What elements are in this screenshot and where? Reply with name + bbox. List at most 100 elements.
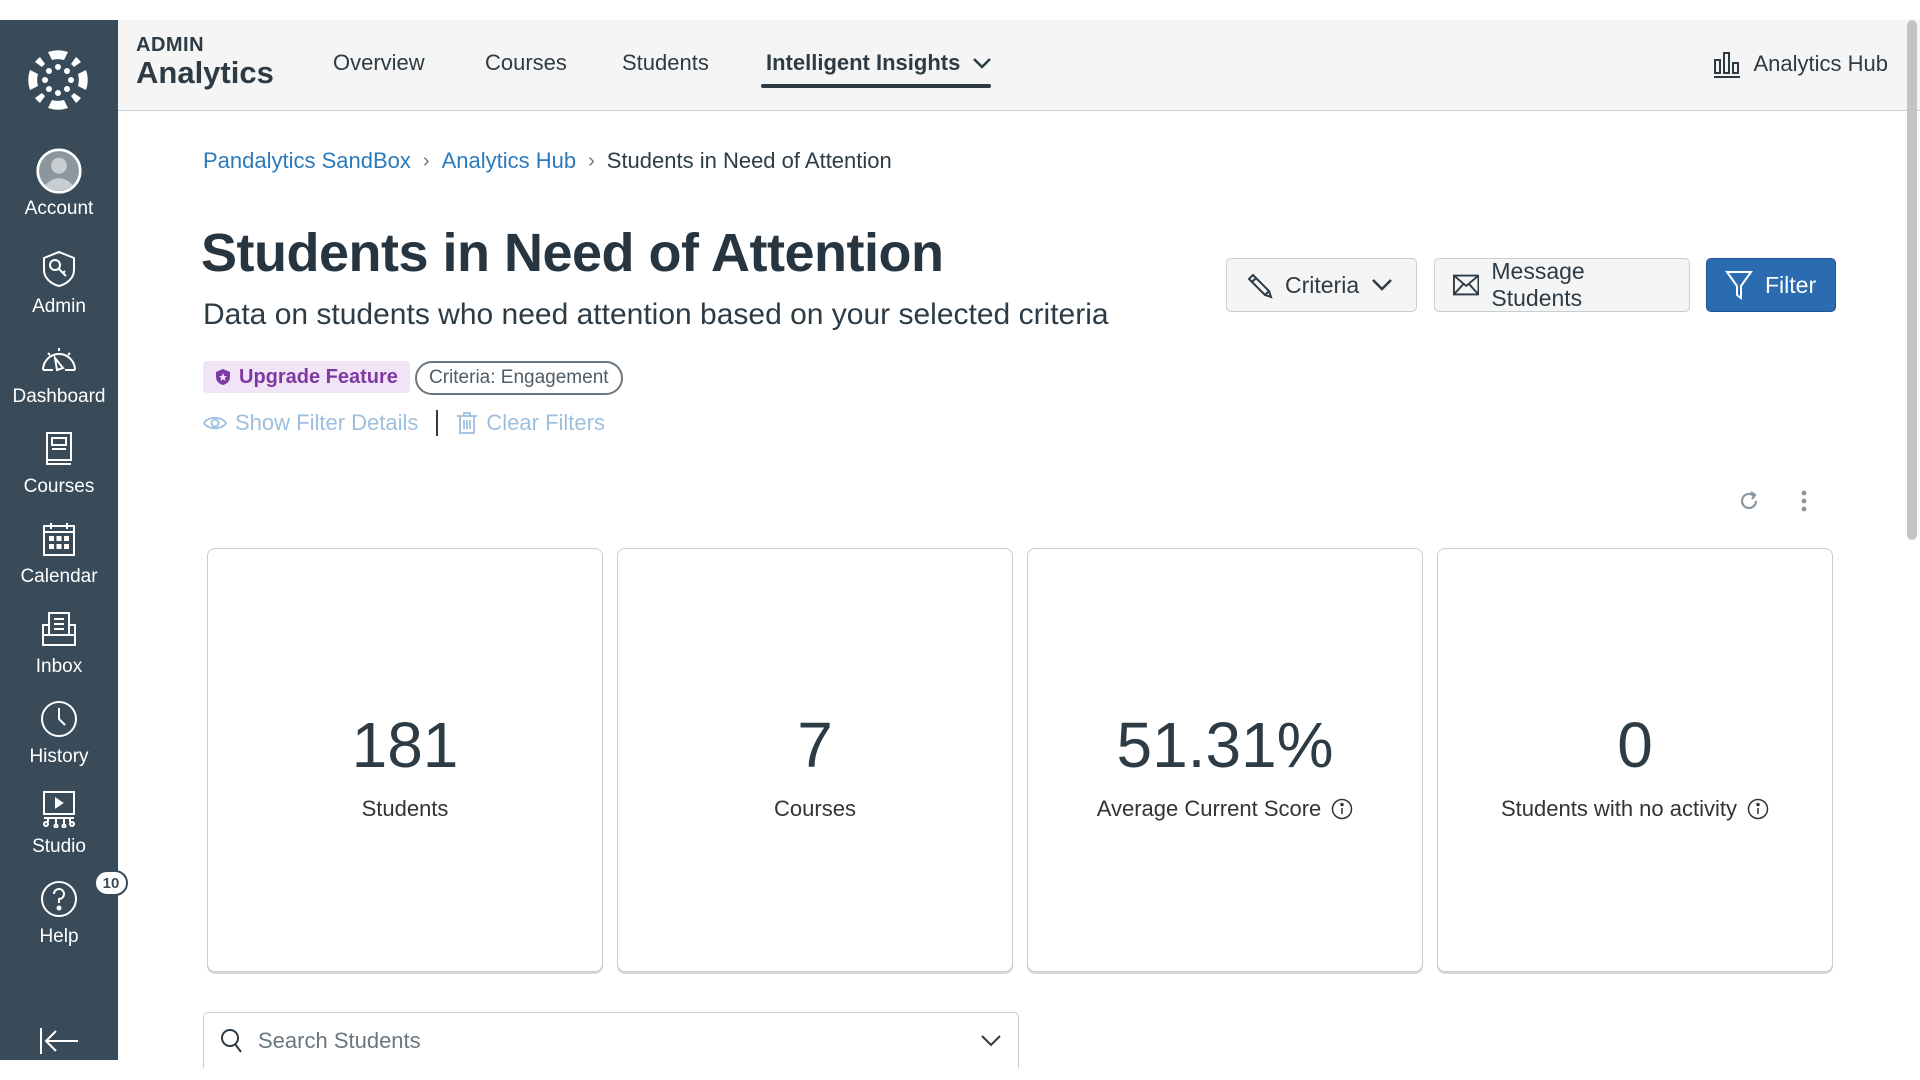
divider — [436, 410, 439, 436]
stat-card-courses: 7 Courses — [617, 548, 1013, 972]
chevron-right-icon: › — [422, 149, 430, 172]
tab-overview[interactable]: Overview — [333, 50, 425, 76]
message-students-label: Message Students — [1491, 258, 1585, 311]
stat-card-average-score: 51.31% Average Current Score — [1027, 548, 1423, 972]
avatar-icon — [36, 148, 82, 194]
refresh-icon — [1740, 491, 1758, 510]
calendar-icon — [36, 516, 82, 562]
search-students-combobox[interactable] — [203, 1012, 1019, 1068]
filter-funnel-icon — [1725, 271, 1753, 300]
info-icon[interactable] — [1331, 798, 1353, 820]
stat-label-text: Courses — [774, 796, 856, 821]
message-students-button[interactable]: Message Students — [1434, 258, 1690, 312]
upgrade-shield-icon — [216, 369, 230, 385]
stat-value: 181 — [351, 709, 459, 781]
collapse-sidebar-button[interactable] — [38, 1025, 80, 1057]
global-sidebar: Account Admin Dashboard Courses Calendar… — [0, 20, 128, 1060]
stat-value: 0 — [1617, 709, 1653, 781]
page-title: Students in Need of Attention — [201, 223, 944, 283]
stat-label: Courses — [774, 796, 856, 822]
stat-value: 7 — [797, 709, 833, 781]
filter-label: Filter — [1765, 271, 1817, 298]
filter-button[interactable]: Filter — [1706, 258, 1836, 312]
chevron-down-icon — [1372, 279, 1393, 291]
canvas-logo-icon[interactable] — [26, 48, 90, 112]
sidebar-item-inbox[interactable]: Inbox — [0, 606, 118, 678]
search-icon — [221, 1028, 242, 1053]
sidebar-item-calendar[interactable]: Calendar — [0, 516, 118, 588]
notification-badge: 10 — [94, 870, 128, 896]
clear-filters-link[interactable]: Clear Filters — [456, 410, 605, 436]
stat-label-text: Students with no activity — [1500, 796, 1737, 821]
kebab-menu-icon — [1801, 490, 1807, 512]
filter-actions: Show Filter Details Clear Filters — [203, 410, 605, 436]
eye-icon — [203, 416, 227, 430]
book-icon — [36, 426, 82, 472]
breadcrumb-link[interactable]: Pandalytics SandBox — [203, 148, 411, 174]
sidebar-item-courses[interactable]: Courses — [0, 426, 118, 498]
chevron-down-icon — [973, 58, 992, 69]
top-header: ADMIN Analytics Overview Courses Student… — [118, 20, 1920, 111]
sidebar-item-label: History — [29, 746, 89, 767]
show-filter-details-label: Show Filter Details — [235, 410, 419, 435]
stat-card-no-activity: 0 Students with no activity — [1437, 548, 1833, 972]
tab-students[interactable]: Students — [622, 50, 709, 76]
active-tab-indicator — [761, 84, 991, 88]
upgrade-feature-label: Upgrade Feature — [239, 365, 398, 388]
studio-icon — [36, 786, 82, 832]
stat-label: Average Current Score — [1097, 796, 1354, 822]
clock-icon — [36, 696, 82, 742]
stat-card-students: 181 Students — [207, 548, 603, 972]
criteria-dropdown-button[interactable]: Criteria — [1226, 258, 1417, 312]
chevron-down-icon[interactable] — [980, 1034, 1002, 1048]
sidebar-item-studio[interactable]: Studio — [0, 786, 118, 858]
stat-label-text: Students — [361, 796, 449, 821]
collapse-arrow-icon — [40, 1028, 78, 1054]
info-icon[interactable] — [1747, 798, 1769, 820]
analytics-hub-link[interactable]: Analytics Hub — [1713, 50, 1888, 78]
stat-label-text: Average Current Score — [1096, 796, 1322, 821]
sidebar-item-dashboard[interactable]: Dashboard — [0, 336, 118, 408]
refresh-button[interactable] — [1735, 487, 1763, 515]
sidebar-item-help[interactable]: 10 Help — [0, 870, 128, 948]
tab-label: Intelligent Insights — [766, 50, 961, 75]
show-filter-details-link[interactable]: Show Filter Details — [203, 410, 418, 436]
sidebar-item-label: Studio — [32, 836, 86, 857]
page-scrollbar[interactable] — [1907, 20, 1917, 540]
inbox-icon — [36, 606, 82, 652]
tab-courses[interactable]: Courses — [485, 50, 567, 76]
stat-value: 51.31% — [1116, 709, 1334, 781]
dashboard-gauge-icon — [36, 336, 82, 382]
chevron-right-icon: › — [588, 149, 595, 172]
criteria-pill: Criteria: Engagement — [415, 361, 623, 395]
brand-main: Analytics — [136, 55, 274, 90]
breadcrumb: Pandalytics SandBox › Analytics Hub › St… — [203, 148, 892, 174]
sidebar-item-label: Calendar — [20, 566, 98, 587]
sidebar-item-label: Dashboard — [12, 386, 106, 407]
breadcrumb-current: Students in Need of Attention — [606, 148, 892, 173]
sidebar-item-label: Courses — [23, 476, 95, 497]
trash-icon — [457, 412, 478, 434]
app-brand: ADMIN Analytics — [136, 34, 274, 89]
sidebar-item-label: Inbox — [35, 656, 83, 677]
bar-chart-icon — [1714, 52, 1741, 78]
sidebar-item-account[interactable]: Account — [0, 148, 118, 220]
top-strip — [0, 0, 1920, 20]
help-icon: 10 — [36, 870, 128, 922]
analytics-hub-label: Analytics Hub — [1753, 51, 1888, 76]
criteria-label: Criteria — [1285, 271, 1360, 298]
sidebar-item-label: Admin — [32, 296, 86, 317]
sidebar-item-admin[interactable]: Admin — [0, 246, 118, 318]
sidebar-item-label: Account — [24, 198, 94, 219]
sidebar-item-history[interactable]: History — [0, 696, 118, 768]
upgrade-feature-badge: Upgrade Feature — [203, 361, 410, 393]
search-students-input[interactable] — [258, 1027, 966, 1054]
clear-filters-label: Clear Filters — [486, 410, 605, 435]
stat-label: Students — [362, 796, 449, 822]
admin-shield-icon — [36, 246, 82, 292]
breadcrumb-link[interactable]: Analytics Hub — [442, 148, 577, 174]
more-options-button[interactable] — [1790, 487, 1818, 515]
sidebar-item-label: Help — [39, 926, 79, 947]
tab-intelligent-insights[interactable]: Intelligent Insights — [766, 50, 992, 76]
stat-label: Students with no activity — [1501, 796, 1769, 822]
